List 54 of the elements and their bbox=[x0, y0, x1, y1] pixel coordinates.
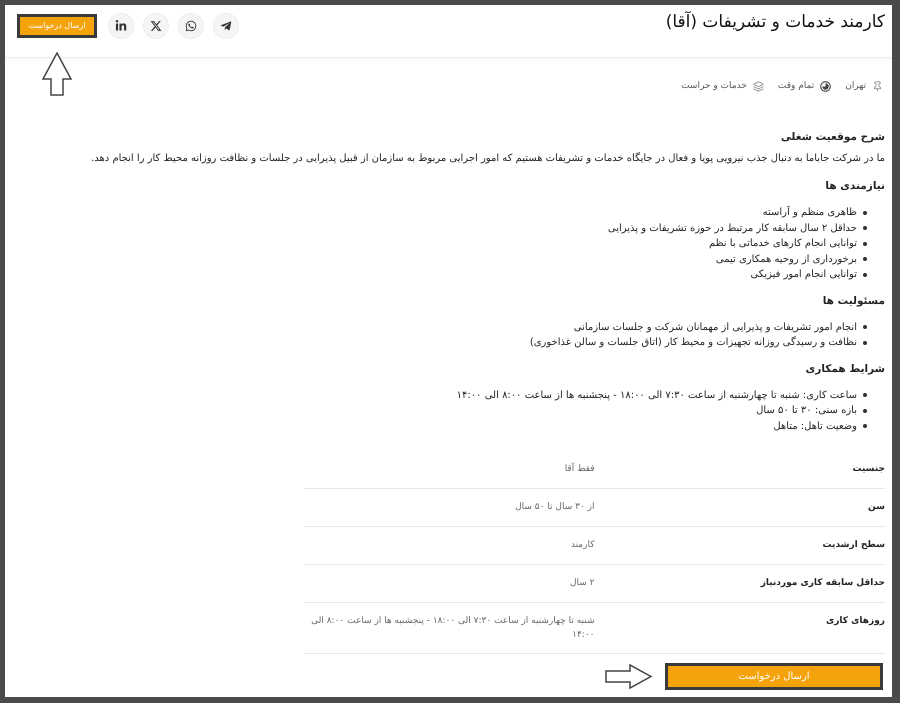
list-item-text: وضعیت تاهل: متاهل bbox=[773, 420, 857, 434]
up-arrow-icon bbox=[42, 52, 72, 96]
x-logo-icon bbox=[150, 20, 162, 32]
bullet-icon bbox=[863, 340, 867, 345]
bullet-icon bbox=[863, 325, 867, 330]
whatsapp-icon bbox=[185, 20, 197, 32]
detail-value: ۲ سال bbox=[570, 577, 594, 590]
bullet-icon bbox=[863, 408, 867, 413]
apply-button[interactable]: ارسال درخواست bbox=[665, 663, 883, 690]
section-heading: شرح موقعیت شغلی bbox=[780, 130, 885, 145]
detail-value: فقط آقا bbox=[564, 462, 594, 476]
section-heading: نیازمندی ها bbox=[824, 179, 885, 194]
meta-label: تهران bbox=[845, 80, 866, 93]
list-item-text: برخورداری از روحیه همکاری تیمی bbox=[716, 252, 857, 266]
list-item-text: بازه سنی: ۳۰ تا ۵۰ سال bbox=[756, 404, 857, 418]
list-item-text: انجام امور تشریفات و پذیرایی از مهمانان شرکت و جلسات سازمانی bbox=[574, 320, 857, 334]
share-button[interactable] bbox=[143, 13, 169, 39]
linkedin-icon bbox=[115, 20, 127, 32]
list-item-text: توانایی انجام کارهای خدماتی با نظم bbox=[708, 237, 857, 251]
meta-label: تمام وقت bbox=[778, 80, 814, 93]
list-item-text: توانایی انجام امور فیزیکی bbox=[750, 268, 857, 282]
detail-label: روزهای کاری bbox=[826, 615, 885, 628]
description-paragraph: ما در شرکت جاباما به دنبال جذب نیرویی پویا و فعال در جایگاه خدمات و تشریفات هستیم که امور اجرایی مربوط به سازمان از قبیل پذیرایی در جلسات و نظافت روزانه محیط کار را انجام دهد. bbox=[90, 151, 885, 166]
telegram-icon bbox=[220, 20, 232, 32]
apply-button[interactable]: ارسال درخواست bbox=[17, 14, 97, 38]
bullet-icon bbox=[863, 272, 867, 277]
list-item-text: ساعت کاری: شنبه تا چهارشنبه از ساعت ۷:۳۰ الی ۱۸:۰۰ - پنجشنبه ها از ساعت ۸:۰۰ الی ۱۴:۰۰ bbox=[456, 388, 857, 402]
detail-value: شنبه تا چهارشنبه از ساعت ۷:۳۰ الی ۱۸:۰۰ - پنجشنبه ها از ساعت ۸:۰۰ الی ۱۴:۰۰ bbox=[310, 615, 594, 642]
bullet-icon bbox=[863, 210, 867, 215]
share-button[interactable] bbox=[178, 13, 204, 39]
list-item-text: حداقل ۲ سال سابقه کار مرتبط در حوزه تشریفات و پذیرایی bbox=[608, 222, 857, 236]
detail-label: حداقل سابقه کاری موردنیاز bbox=[760, 577, 885, 590]
detail-label: جنسیت bbox=[852, 463, 885, 476]
pin-icon bbox=[872, 80, 883, 92]
bullet-icon bbox=[863, 393, 867, 398]
detail-value: کارمند bbox=[570, 539, 594, 552]
bullet-icon bbox=[863, 424, 867, 428]
meta-label: خدمات و حراست bbox=[681, 80, 747, 93]
share-button[interactable] bbox=[213, 13, 239, 39]
right-arrow-icon bbox=[605, 664, 652, 689]
detail-label: سطح ارشدیت bbox=[822, 539, 885, 552]
detail-label: سن bbox=[868, 501, 885, 514]
section-heading: مسئولیت ها bbox=[822, 294, 885, 309]
section-heading: شرایط همکاری bbox=[804, 362, 885, 376]
list-item-text: نظافت و رسیدگی روزانه تجهیزات و محیط کار (اتاق جلسات و سالن غذاخوری) bbox=[530, 335, 857, 350]
layers-icon bbox=[752, 80, 764, 92]
half-filled-circle-icon bbox=[820, 80, 832, 92]
list-item-text: ظاهری منظم و آراسته bbox=[762, 205, 857, 220]
detail-value: از ۳۰ سال تا ۵۰ سال bbox=[515, 501, 594, 514]
share-button[interactable] bbox=[108, 13, 134, 39]
bullet-icon bbox=[863, 257, 867, 262]
job-title: کارمند خدمات و تشریفات (آقا) bbox=[666, 10, 885, 34]
bullet-icon bbox=[863, 242, 867, 246]
bullet-icon bbox=[863, 226, 867, 230]
